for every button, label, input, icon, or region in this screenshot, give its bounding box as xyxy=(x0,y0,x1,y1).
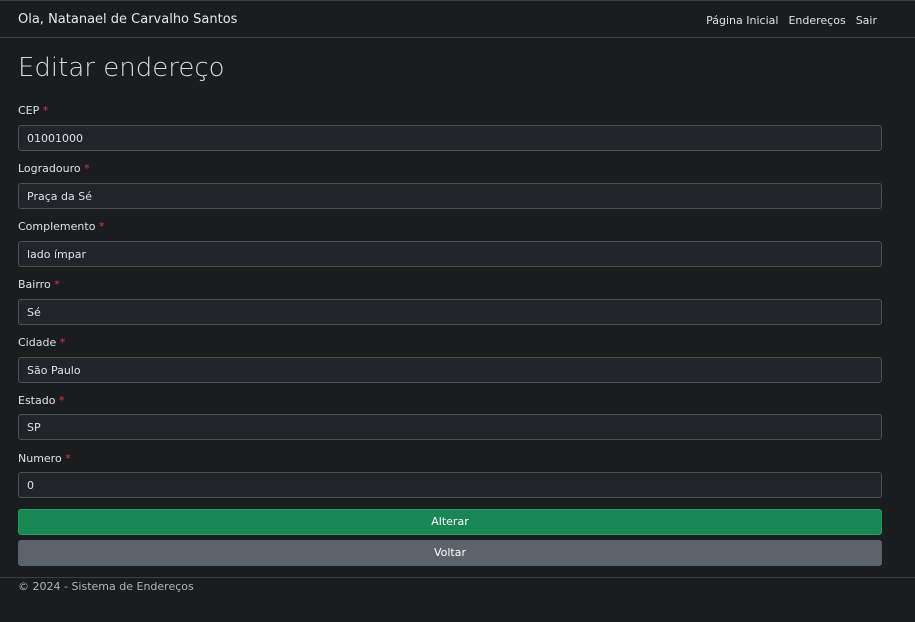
estado-label-text: Estado xyxy=(18,394,56,407)
bairro-input[interactable] xyxy=(18,299,882,325)
required-marker: * xyxy=(42,104,49,117)
cidade-input[interactable] xyxy=(18,357,882,383)
bairro-label-text: Bairro xyxy=(18,278,51,291)
required-marker: * xyxy=(98,220,105,233)
logradouro-label: Logradouro * xyxy=(18,162,90,175)
required-marker: * xyxy=(58,394,65,407)
required-marker: * xyxy=(59,336,66,349)
navbar: Ola, Natanael de Carvalho Santos Página … xyxy=(0,0,915,38)
numero-input[interactable] xyxy=(18,472,882,498)
estado-input[interactable] xyxy=(18,414,882,440)
required-marker: * xyxy=(65,452,71,465)
complemento-label: Complemento * xyxy=(18,220,104,233)
nav-link-logout[interactable]: Sair xyxy=(856,14,877,27)
logradouro-label-text: Logradouro xyxy=(18,162,81,175)
logradouro-input[interactable] xyxy=(18,183,882,209)
page-title: Editar endereço xyxy=(18,53,225,83)
cep-label-text: CEP xyxy=(18,104,40,117)
navbar-brand[interactable]: Ola, Natanael de Carvalho Santos xyxy=(18,12,237,27)
cidade-label: Cidade * xyxy=(18,336,65,349)
cep-input[interactable] xyxy=(18,125,882,151)
numero-label: Numero * xyxy=(18,452,71,465)
nav-links: Página Inicial Endereços Sair xyxy=(706,14,877,27)
required-marker: * xyxy=(84,162,90,175)
bairro-label: Bairro * xyxy=(18,278,60,291)
estado-label: Estado * xyxy=(18,394,64,407)
footer-divider xyxy=(0,577,915,578)
nav-link-addresses[interactable]: Endereços xyxy=(788,14,845,27)
footer-text: © 2024 - Sistema de Endereços xyxy=(18,580,194,593)
cep-label: CEP * xyxy=(18,104,48,117)
nav-link-home[interactable]: Página Inicial xyxy=(706,14,778,27)
required-marker: * xyxy=(54,278,60,291)
numero-label-text: Numero xyxy=(18,452,62,465)
cidade-label-text: Cidade xyxy=(18,336,57,349)
complemento-label-text: Complemento xyxy=(18,220,96,233)
complemento-input[interactable] xyxy=(18,241,882,267)
back-button[interactable]: Voltar xyxy=(18,540,882,566)
submit-button[interactable]: Alterar xyxy=(18,509,882,535)
